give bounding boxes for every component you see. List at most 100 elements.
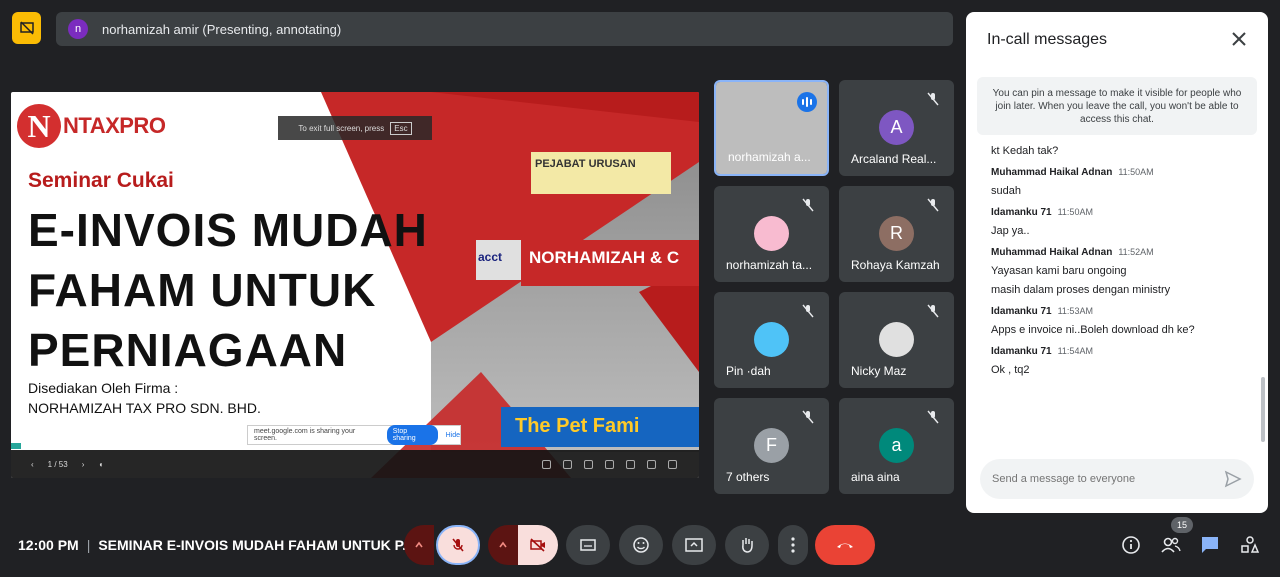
- present-icon: [685, 538, 703, 552]
- page-indicator: 1 / 53: [47, 459, 68, 469]
- message-text: masih dalam proses dengan ministry: [991, 284, 1171, 296]
- participant-tile[interactable]: norhamizah ta...: [714, 186, 829, 282]
- captions-button[interactable]: [566, 525, 610, 565]
- meeting-details-icon[interactable]: [1121, 535, 1141, 555]
- chat-scrollbar[interactable]: [1261, 377, 1265, 442]
- mic-off-icon: [802, 410, 814, 424]
- message-time: 11:52AM: [1118, 247, 1154, 257]
- title-line-2: FAHAM UNTUK: [28, 264, 377, 316]
- presentation-slide[interactable]: PEJABAT URUSAN acct NORHAMIZAH & C The P…: [11, 92, 699, 478]
- leave-call-button[interactable]: [815, 525, 875, 565]
- stop-sharing-button[interactable]: Stop sharing: [386, 425, 438, 445]
- participant-tile[interactable]: R Rohaya Kamzah: [839, 186, 954, 282]
- message-time: 11:53AM: [1057, 306, 1093, 316]
- mic-off-icon: [927, 198, 939, 212]
- meeting-title: SEMINAR E-INVOIS MUDAH FAHAM UNTUK P...: [98, 537, 414, 553]
- chat-panel: In-call messages You can pin a message t…: [966, 12, 1268, 513]
- message-text: Apps e invoice ni..Boleh download dh ke?: [991, 324, 1195, 336]
- participant-tile[interactable]: Pin ·dah: [714, 292, 829, 388]
- more-options-button[interactable]: [778, 525, 808, 565]
- pin-info-note: You can pin a message to make it visible…: [977, 77, 1257, 135]
- participant-name: Pin ·dah: [726, 364, 771, 378]
- esc-key-label: Esc: [390, 121, 412, 135]
- message-sender: Idamanku 71: [991, 346, 1052, 357]
- hand-icon: [742, 538, 753, 553]
- mic-off-icon: [452, 538, 464, 552]
- next-slide-icon[interactable]: ›: [82, 460, 85, 469]
- send-icon[interactable]: [1224, 470, 1242, 488]
- chat-message[interactable]: Idamanku 71 11:54AM Ok , tq2: [991, 346, 1253, 376]
- message-time: 11:50AM: [1057, 207, 1093, 217]
- speaker-icon[interactable]: ◖: [98, 460, 103, 469]
- pen-icon[interactable]: [563, 459, 572, 469]
- present-screen-button[interactable]: [672, 525, 716, 565]
- screens-icon[interactable]: [626, 459, 635, 469]
- title-line-3: PERNIAGAAN: [28, 324, 348, 376]
- chat-message[interactable]: Muhammad Haikal Adnan 11:50AM sudah: [991, 167, 1253, 197]
- message-sender-row: Muhammad Haikal Adnan 11:50AM: [991, 167, 1253, 178]
- video-options-button[interactable]: [488, 525, 518, 565]
- audio-options-button[interactable]: [404, 525, 434, 565]
- chevron-up-icon: [499, 541, 507, 548]
- camera-button[interactable]: [518, 525, 558, 565]
- zoom-icon[interactable]: [542, 459, 551, 469]
- participant-name: norhamizah a...: [728, 150, 811, 164]
- participant-name: aina aina: [851, 470, 900, 484]
- raise-hand-button[interactable]: [725, 525, 769, 565]
- more-icon[interactable]: [647, 459, 656, 469]
- microphone-button[interactable]: [436, 525, 480, 565]
- participant-count-badge: 15: [1171, 517, 1193, 533]
- presenter-label: norhamizah amir (Presenting, annotating): [102, 21, 342, 37]
- participant-avatar: F: [754, 428, 789, 463]
- reactions-button[interactable]: [619, 525, 663, 565]
- participant-avatar: a: [879, 428, 914, 463]
- acct-sign: acct: [476, 240, 521, 280]
- ntaxpro-logo: N NTAXPRO: [17, 104, 166, 148]
- mic-off-icon: [802, 198, 814, 212]
- message-time: 11:54AM: [1057, 346, 1093, 356]
- mic-off-icon: [927, 92, 939, 106]
- people-icon[interactable]: [1160, 535, 1182, 555]
- participant-tile[interactable]: Nicky Maz: [839, 292, 954, 388]
- participant-name: norhamizah ta...: [726, 258, 813, 272]
- speaking-indicator-icon: [797, 92, 817, 112]
- participant-tile[interactable]: a aina aina: [839, 398, 954, 494]
- chat-message[interactable]: Muhammad Haikal Adnan 11:52AM Yayasan kami…: [991, 247, 1253, 296]
- presentation-toggle-button[interactable]: [12, 12, 41, 44]
- chevron-up-icon: [415, 541, 423, 548]
- exit-fullscreen-icon[interactable]: [668, 459, 677, 469]
- chat-message-input[interactable]: [980, 459, 1254, 499]
- emoji-icon: [633, 537, 649, 553]
- close-icon[interactable]: [1230, 30, 1248, 48]
- chat-message[interactable]: Idamanku 71 11:50AM Jap ya..: [991, 207, 1253, 237]
- hide-banner-link[interactable]: Hide: [446, 432, 460, 439]
- chat-message-list: kt Kedah tak? Muhammad Haikal Adnan 11:50…: [991, 137, 1253, 462]
- participant-tile[interactable]: A Arcaland Real...: [839, 80, 954, 176]
- participant-tile[interactable]: norhamizah a...: [714, 80, 829, 176]
- prev-slide-icon[interactable]: ‹: [31, 460, 34, 469]
- slide-byline: Disediakan Oleh Firma : NORHAMIZAH TAX P…: [28, 378, 261, 418]
- mic-off-icon: [927, 410, 939, 424]
- participant-tile[interactable]: F 7 others: [714, 398, 829, 494]
- participant-name: 7 others: [726, 470, 770, 484]
- message-text: kt Kedah tak?: [991, 145, 1059, 157]
- more-vert-icon: [791, 537, 795, 553]
- message-time: 11:50AM: [1118, 167, 1154, 177]
- exit-hint-text: To exit full screen, press: [298, 123, 385, 133]
- chat-message[interactable]: Idamanku 71 11:53AM Apps e invoice ni..Bol…: [991, 306, 1253, 336]
- participant-avatar: [879, 322, 914, 357]
- message-text: Ok , tq2: [991, 364, 1030, 376]
- activities-icon[interactable]: [1240, 535, 1260, 555]
- subtitles-icon[interactable]: [584, 459, 593, 469]
- broadcast-icon[interactable]: [605, 459, 614, 469]
- mic-off-icon: [802, 304, 814, 318]
- participant-name: Arcaland Real...: [851, 152, 937, 166]
- end-call-icon: [837, 543, 853, 548]
- message-sender: Muhammad Haikal Adnan: [991, 247, 1113, 258]
- participant-name: Rohaya Kamzah: [851, 258, 940, 272]
- separator: |: [86, 537, 91, 553]
- logo-mark: N: [17, 104, 61, 148]
- message-sender: Muhammad Haikal Adnan: [991, 167, 1113, 178]
- chat-icon[interactable]: [1200, 535, 1220, 555]
- slide-subtitle: Seminar Cukai: [28, 169, 174, 192]
